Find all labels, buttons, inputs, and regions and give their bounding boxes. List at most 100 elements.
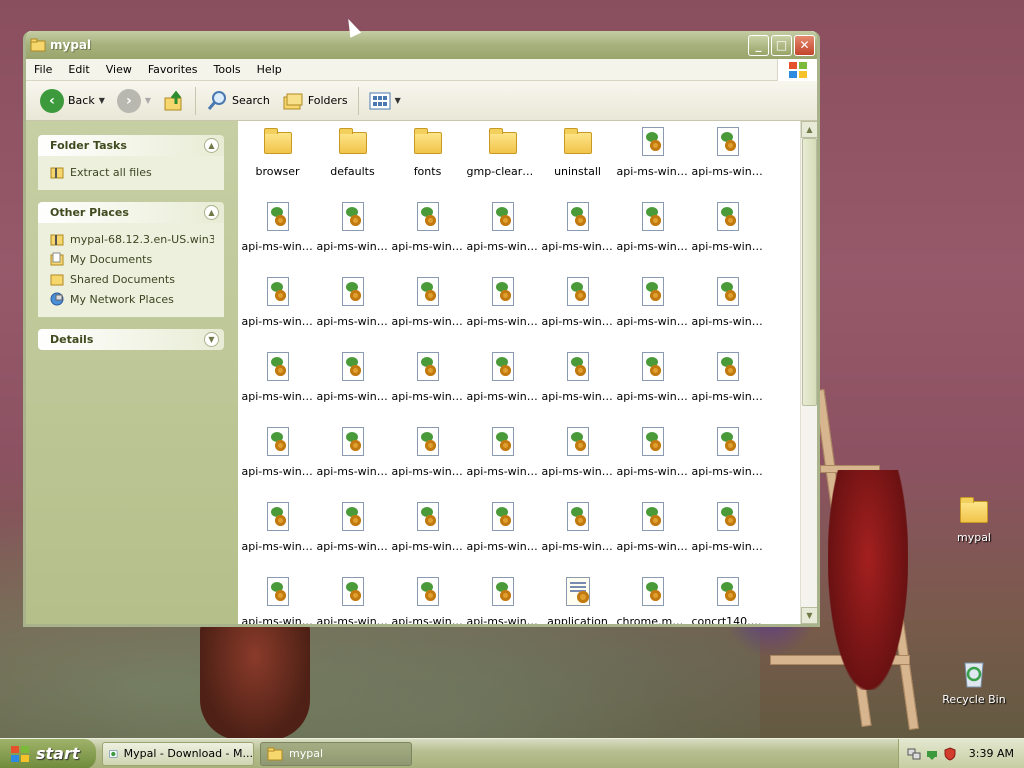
file-item[interactable]: api-ms-win-...: [690, 276, 765, 351]
views-icon: [369, 92, 391, 109]
file-item[interactable]: api-ms-win-...: [240, 576, 315, 624]
safely-remove-hardware-icon[interactable]: [925, 747, 939, 761]
file-item[interactable]: api-ms-win-...: [240, 426, 315, 501]
file-item[interactable]: api-ms-win-...: [390, 351, 465, 426]
file-item[interactable]: api-ms-win-...: [690, 351, 765, 426]
file-item[interactable]: api-ms-win-...: [315, 201, 390, 276]
file-item[interactable]: api-ms-win-...: [390, 201, 465, 276]
minimize-button[interactable]: _: [748, 34, 769, 56]
chevron-down-icon[interactable]: ▼: [204, 332, 219, 347]
file-item[interactable]: api-ms-win-...: [615, 426, 690, 501]
file-item[interactable]: api-ms-win-...: [465, 351, 540, 426]
desktop-icon-recycle-bin[interactable]: Recycle Bin: [939, 657, 1009, 706]
vertical-scrollbar[interactable]: ▲ ▼: [800, 121, 817, 624]
file-item[interactable]: api-ms-win-...: [465, 201, 540, 276]
taskbar-item-mypal-download[interactable]: Mypal - Download - M...: [102, 741, 254, 766]
menu-edit[interactable]: Edit: [60, 63, 97, 76]
chevron-up-icon[interactable]: ▲: [204, 205, 219, 220]
file-item[interactable]: api-ms-win-...: [540, 426, 615, 501]
menu-tools[interactable]: Tools: [206, 63, 249, 76]
file-item[interactable]: api-ms-win-...: [540, 201, 615, 276]
other-place-zip[interactable]: mypal-68.12.3.en-US.win32: [50, 229, 214, 249]
other-place-label: My Network Places: [70, 292, 174, 306]
file-item[interactable]: api-ms-win-...: [315, 276, 390, 351]
file-item[interactable]: api-ms-win-...: [465, 576, 540, 624]
taskbar-item-mypal[interactable]: mypal: [260, 741, 412, 766]
file-item[interactable]: api-ms-win-...: [240, 201, 315, 276]
file-item[interactable]: api-ms-win-...: [690, 126, 765, 201]
file-item[interactable]: browser: [240, 126, 315, 201]
file-item[interactable]: api-ms-win-...: [540, 351, 615, 426]
file-item[interactable]: application: [540, 576, 615, 624]
menu-favorites[interactable]: Favorites: [140, 63, 206, 76]
up-folder-button[interactable]: [157, 85, 191, 117]
file-item[interactable]: api-ms-win-...: [465, 501, 540, 576]
file-item[interactable]: api-ms-win-...: [615, 201, 690, 276]
back-button[interactable]: ‹ Back ▼: [34, 85, 111, 117]
title-bar[interactable]: mypal _ □ ✕: [26, 31, 817, 59]
file-item[interactable]: api-ms-win-...: [540, 501, 615, 576]
file-item[interactable]: api-ms-win-...: [315, 576, 390, 624]
file-item[interactable]: api-ms-win-...: [390, 276, 465, 351]
file-item[interactable]: api-ms-win-...: [615, 351, 690, 426]
file-item[interactable]: chrome.man...: [615, 576, 690, 624]
chevron-down-icon[interactable]: ▼: [145, 96, 151, 105]
menu-file[interactable]: File: [26, 63, 60, 76]
other-place-label: Shared Documents: [70, 272, 175, 286]
chevron-down-icon[interactable]: ▼: [99, 96, 105, 105]
other-place-shared-documents[interactable]: Shared Documents: [50, 269, 214, 289]
file-item[interactable]: api-ms-win-...: [390, 501, 465, 576]
file-item[interactable]: defaults: [315, 126, 390, 201]
scroll-thumb[interactable]: [802, 138, 817, 406]
file-item[interactable]: api-ms-win-...: [540, 276, 615, 351]
scroll-up-arrow-icon[interactable]: ▲: [801, 121, 817, 138]
file-item[interactable]: api-ms-win-...: [315, 426, 390, 501]
folder-tasks-header[interactable]: Folder Tasks ▲: [38, 135, 224, 156]
file-item[interactable]: api-ms-win-...: [390, 426, 465, 501]
close-button[interactable]: ✕: [794, 34, 815, 56]
clock[interactable]: 3:39 AM: [969, 747, 1014, 760]
chevron-down-icon[interactable]: ▼: [395, 96, 401, 105]
security-shield-icon[interactable]: [943, 746, 957, 761]
file-item[interactable]: api-ms-win-...: [690, 501, 765, 576]
file-item[interactable]: api-ms-win-...: [465, 276, 540, 351]
start-button[interactable]: start: [0, 738, 96, 768]
menu-help[interactable]: Help: [249, 63, 290, 76]
file-item[interactable]: api-ms-win-...: [240, 276, 315, 351]
views-button[interactable]: ▼: [363, 85, 407, 117]
file-item[interactable]: api-ms-win-...: [390, 576, 465, 624]
folders-button[interactable]: Folders: [276, 85, 354, 117]
other-place-my-documents[interactable]: My Documents: [50, 249, 214, 269]
search-button[interactable]: Search: [200, 85, 276, 117]
file-item[interactable]: api-ms-win-...: [240, 501, 315, 576]
file-item[interactable]: api-ms-win-...: [315, 351, 390, 426]
file-item[interactable]: api-ms-win-...: [690, 201, 765, 276]
other-places-panel: Other Places ▲ mypal-68.12.3.en-US.win32…: [38, 202, 224, 317]
file-item[interactable]: api-ms-win-...: [315, 501, 390, 576]
folder-icon: [412, 126, 444, 158]
maximize-button[interactable]: □: [771, 34, 792, 56]
file-item[interactable]: uninstall: [540, 126, 615, 201]
file-item[interactable]: api-ms-win-...: [615, 501, 690, 576]
extract-all-files-link[interactable]: Extract all files: [50, 162, 214, 182]
file-item[interactable]: gmp-clearkey: [465, 126, 540, 201]
taskbar-item-label: mypal: [289, 747, 324, 760]
file-item[interactable]: fonts: [390, 126, 465, 201]
other-place-my-network-places[interactable]: My Network Places: [50, 289, 214, 309]
file-item[interactable]: api-ms-win-...: [240, 351, 315, 426]
other-places-header[interactable]: Other Places ▲: [38, 202, 224, 223]
file-item[interactable]: api-ms-win-...: [690, 426, 765, 501]
folders-icon: [283, 93, 303, 109]
file-item[interactable]: api-ms-win-...: [615, 276, 690, 351]
desktop-icon-mypal[interactable]: mypal: [939, 495, 1009, 544]
file-item[interactable]: api-ms-win-...: [465, 426, 540, 501]
file-label: api-ms-win-...: [241, 315, 314, 328]
chevron-up-icon[interactable]: ▲: [204, 138, 219, 153]
forward-button[interactable]: › ▼: [111, 85, 157, 117]
details-header[interactable]: Details ▼: [38, 329, 224, 350]
menu-view[interactable]: View: [98, 63, 140, 76]
scroll-down-arrow-icon[interactable]: ▼: [801, 607, 817, 624]
file-item[interactable]: api-ms-win-...: [615, 126, 690, 201]
network-tray-icon[interactable]: [907, 747, 921, 761]
file-item[interactable]: concrt140.dll: [690, 576, 765, 624]
